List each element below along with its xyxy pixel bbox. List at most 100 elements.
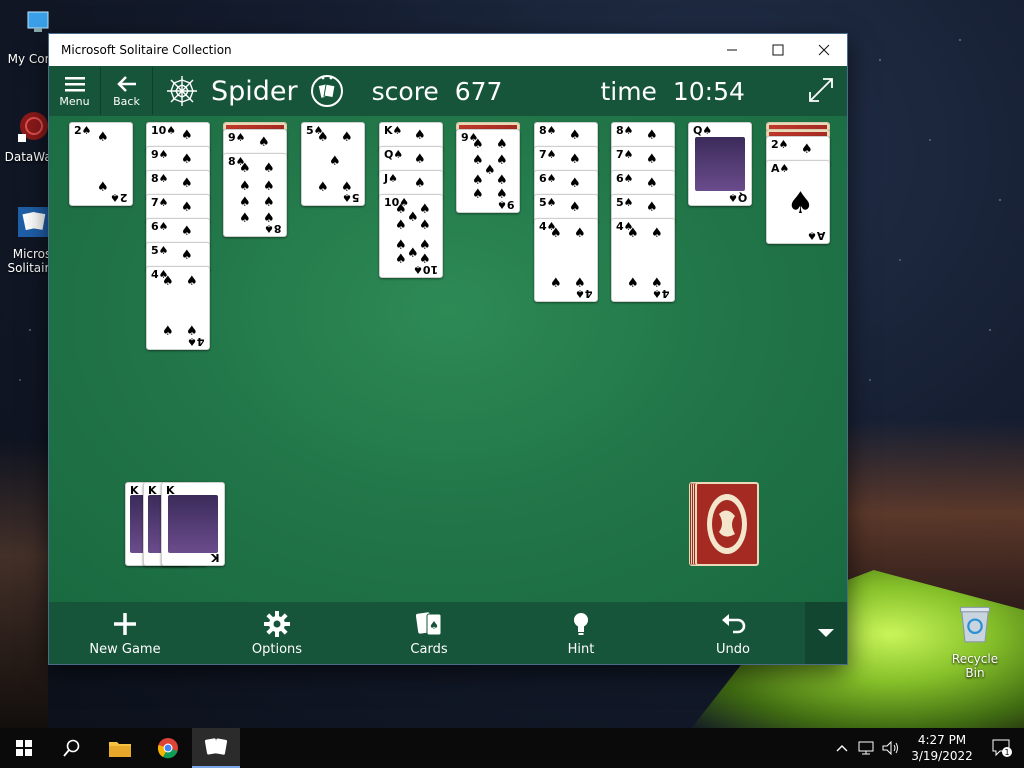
spade-pip-icon: ♠ (186, 274, 198, 289)
tableau-card[interactable]: 4♠ 4♠ ♠ ♠ ♠ ♠ (534, 218, 598, 302)
game-header: Menu Back Spider score 677 time 10:54 (49, 66, 847, 116)
tableau-card[interactable]: A♠ A♠ ♠ (766, 160, 830, 244)
search-button[interactable] (48, 728, 96, 768)
face-card-portrait (695, 137, 745, 191)
tableau-card[interactable]: Q♠ Q♠ (688, 122, 752, 206)
spade-pip-icon: ♠ (646, 200, 658, 215)
fullscreen-icon[interactable] (807, 76, 835, 104)
tableau-card[interactable]: 4♠ 4♠ ♠ ♠ ♠ ♠ (146, 266, 210, 350)
more-commands-button[interactable] (805, 602, 847, 664)
spade-pip-icon: ♠ (472, 153, 484, 168)
options-button[interactable]: Options (201, 602, 353, 664)
card-rank: 10♠ (151, 124, 177, 137)
volume-button[interactable] (878, 728, 904, 768)
card-rank: 9♠ (228, 131, 246, 144)
spade-pip-icon: ♠ (550, 226, 562, 241)
spade-pip-icon: ♠ (239, 211, 251, 226)
completed-sequence-card: KK (161, 482, 225, 566)
title-bar[interactable]: Microsoft Solitaire Collection (49, 34, 847, 66)
spade-pip-icon: ♠ (414, 176, 426, 191)
spade-pip-icon: ♠ (651, 276, 663, 291)
plus-icon (114, 612, 136, 635)
taskbar-chrome[interactable] (144, 728, 192, 768)
spade-pip-icon: ♠ (472, 173, 484, 188)
card-rank: 7♠ (151, 196, 169, 209)
card-rank: 9♠ (151, 148, 169, 161)
spade-pip-icon: ♠ (341, 130, 353, 145)
spade-pip-icon: ♠ (181, 176, 193, 191)
card-rank: Q♠ (384, 148, 404, 161)
datawag-icon (18, 112, 48, 142)
tableau-card[interactable]: 9♠ 9♠ ♠ ♠ ♠ ♠ ♠ ♠ ♠ ♠ ♠ (456, 129, 520, 213)
card-rank: 5♠ (539, 196, 557, 209)
chevron-up-icon (836, 745, 848, 752)
card-rank: A♠ (771, 162, 790, 175)
close-button[interactable] (801, 34, 847, 66)
spade-pip-icon: ♠ (395, 202, 407, 217)
gear-icon (264, 610, 290, 637)
clock-date: 3/19/2022 (911, 749, 973, 763)
spade-pip-icon: ♠ (646, 128, 658, 143)
tableau-card[interactable]: 8♠ 8♠ ♠ ♠ ♠ ♠ ♠ ♠ ♠ ♠ (223, 153, 287, 237)
spade-pip-icon: ♠ (263, 195, 275, 210)
card-rank: 5♠ (151, 244, 169, 257)
spade-pip-icon: ♠ (574, 226, 586, 241)
taskbar-file-explorer[interactable] (96, 728, 144, 768)
action-center-button[interactable]: 1 (980, 728, 1024, 768)
spade-pip-icon: ♠ (186, 324, 198, 339)
start-button[interactable] (0, 728, 48, 768)
close-icon (818, 44, 830, 56)
card-rank: 8♠ (539, 124, 557, 137)
undo-button[interactable]: Undo (657, 602, 809, 664)
card-back-dragon-icon (695, 482, 759, 566)
spade-pip-icon: ♠ (496, 173, 508, 188)
tableau-card[interactable]: 2♠ 2♠ ♠ ♠ (69, 122, 133, 206)
svg-text:♠: ♠ (429, 619, 439, 632)
king-portrait (168, 495, 218, 553)
desktop-icon-recycle-bin[interactable]: Recycle Bin (942, 602, 1008, 680)
spade-pip-icon: ♠ (419, 252, 431, 267)
back-button[interactable]: Back (101, 67, 153, 115)
spade-pip-icon: ♠ (550, 276, 562, 291)
card-rank: 2♠ (771, 138, 789, 151)
taskbar-solitaire[interactable] (192, 728, 240, 768)
options-label: Options (251, 641, 303, 657)
card-rank: 6♠ (616, 172, 634, 185)
spade-pip-icon: ♠ (263, 179, 275, 194)
maximize-button[interactable] (755, 34, 801, 66)
windows-logo-icon (16, 740, 32, 756)
spade-pip-icon: ♠ (181, 248, 193, 263)
minimize-button[interactable] (709, 34, 755, 66)
tableau-card[interactable]: 10♠ 10♠ ♠ ♠ ♠ ♠ ♠ ♠ ♠ ♠ ♠ ♠ (379, 194, 443, 278)
spade-pip-icon: ♠ (472, 137, 484, 152)
score-display: score 677 (372, 77, 503, 106)
notification-count: 1 (1004, 748, 1009, 757)
solitaire-window: Microsoft Solitaire Collection Menu Back (48, 33, 848, 665)
speaker-icon (882, 741, 898, 755)
game-title: Spider (165, 74, 298, 108)
game-name: Spider (211, 75, 298, 107)
spade-pip-icon: ♠ (569, 128, 581, 143)
new-game-button[interactable]: New Game (49, 602, 201, 664)
notification-icon: 1 (992, 739, 1012, 757)
tableau-card[interactable]: 4♠ 4♠ ♠ ♠ ♠ ♠ (611, 218, 675, 302)
spade-pip-icon: ♠ (329, 154, 341, 169)
spade-pip-icon: ♠ (239, 195, 251, 210)
tableau-card[interactable]: 5♠ 5♠ ♠ ♠ ♠ ♠ ♠ (301, 122, 365, 206)
card-rank: K♠ (384, 124, 403, 137)
solitaire-icon (18, 207, 48, 237)
cards-button[interactable]: ♠ Cards (353, 602, 505, 664)
stock-pile[interactable] (689, 482, 761, 566)
chevron-down-icon (818, 629, 834, 637)
spade-pip-icon: ♠ (341, 180, 353, 195)
sunset-glow-left (0, 440, 48, 730)
menu-button[interactable]: Menu (49, 67, 101, 115)
show-hidden-icons-button[interactable] (830, 728, 854, 768)
recycle-bin-icon (960, 606, 990, 643)
spade-pip-icon: ♠ (484, 163, 496, 178)
network-button[interactable] (854, 728, 878, 768)
hint-button[interactable]: Hint (505, 602, 657, 664)
chrome-icon (157, 738, 178, 759)
spade-pip-icon: ♠ (395, 238, 407, 253)
taskbar-clock[interactable]: 4:27 PM 3/19/2022 (904, 732, 980, 764)
